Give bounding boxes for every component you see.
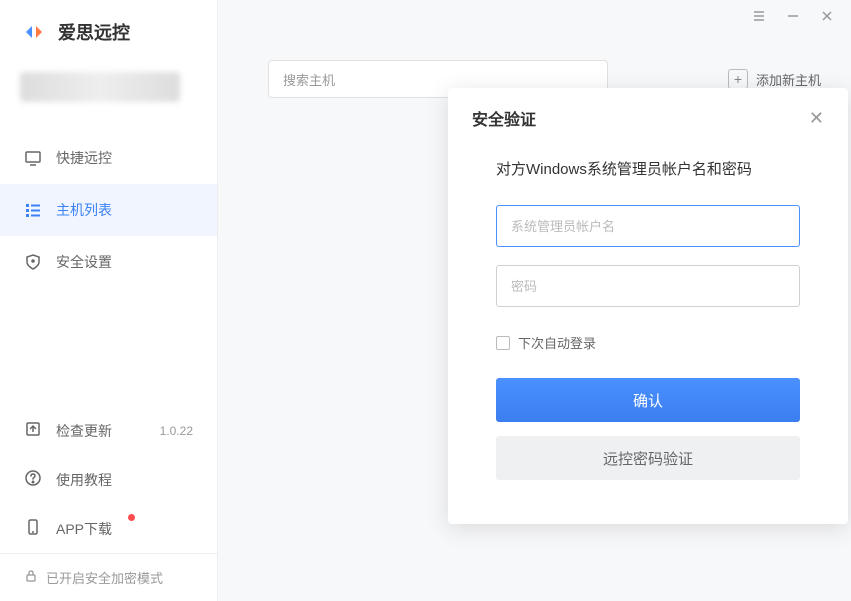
plus-icon: +: [728, 69, 748, 89]
nav-label: 主机列表: [56, 200, 112, 220]
sidebar-item-quick-remote[interactable]: 快捷远控: [0, 132, 217, 184]
util-label: 检查更新: [56, 421, 112, 441]
sidebar-item-app-download[interactable]: APP下载: [0, 504, 217, 553]
sidebar-item-security[interactable]: 安全设置: [0, 236, 217, 288]
main-content: 搜索主机 + 添加新主机 远程观看 文件传输: [218, 0, 851, 601]
util-label: APP下载: [56, 519, 112, 539]
upload-icon: [24, 420, 42, 441]
modal-header: 安全验证 ✕: [448, 88, 848, 138]
menu-icon[interactable]: [751, 8, 767, 24]
notification-dot: [128, 514, 135, 521]
app-name: 爱思远控: [58, 19, 130, 45]
monitor-icon: [24, 149, 42, 167]
security-verify-modal: 安全验证 ✕ 对方Windows系统管理员帐户名和密码 下次自动登录 确认 远控…: [448, 88, 848, 524]
main-nav: 快捷远控 主机列表 安全设置: [0, 132, 217, 288]
help-icon: [24, 469, 42, 490]
password-input[interactable]: [496, 265, 800, 307]
add-host-button[interactable]: + 添加新主机: [728, 69, 821, 89]
checkbox-icon[interactable]: [496, 336, 510, 350]
confirm-button[interactable]: 确认: [496, 378, 800, 422]
nav-label: 安全设置: [56, 252, 112, 272]
logo: 爱思远控: [0, 0, 217, 64]
minimize-icon[interactable]: [785, 8, 801, 24]
close-icon[interactable]: [819, 8, 835, 24]
sidebar-item-update[interactable]: 检查更新 1.0.22: [0, 406, 217, 455]
sidebar: 爱思远控 快捷远控 主机列表 安全: [0, 0, 218, 601]
util-label: 使用教程: [56, 470, 112, 490]
add-host-label: 添加新主机: [756, 70, 821, 89]
nav-label: 快捷远控: [56, 148, 112, 168]
modal-close-button[interactable]: ✕: [809, 108, 824, 129]
modal-title: 安全验证: [472, 106, 536, 130]
sidebar-item-host-list[interactable]: 主机列表: [0, 184, 217, 236]
username-input[interactable]: [496, 205, 800, 247]
avatar: [20, 72, 180, 102]
app-logo-icon: [20, 18, 48, 46]
sidebar-footer: 检查更新 1.0.22 使用教程 APP下载 已开启安全加密: [0, 406, 217, 601]
phone-icon: [24, 518, 42, 539]
checkbox-label: 下次自动登录: [518, 333, 596, 352]
modal-subtitle: 对方Windows系统管理员帐户名和密码: [496, 158, 800, 179]
modal-body: 对方Windows系统管理员帐户名和密码 下次自动登录 确认 远控密码验证: [448, 138, 848, 494]
search-placeholder: 搜索主机: [283, 70, 335, 89]
secure-mode-indicator: 已开启安全加密模式: [0, 553, 217, 601]
auto-login-row[interactable]: 下次自动登录: [496, 333, 800, 352]
user-profile[interactable]: [0, 64, 217, 122]
list-icon: [24, 201, 42, 219]
version-text: 1.0.22: [160, 424, 193, 438]
shield-icon: [24, 253, 42, 271]
secure-mode-text: 已开启安全加密模式: [46, 568, 163, 587]
lock-icon: [24, 569, 38, 586]
sidebar-item-tutorial[interactable]: 使用教程: [0, 455, 217, 504]
alt-auth-button[interactable]: 远控密码验证: [496, 436, 800, 480]
titlebar: [751, 8, 835, 24]
